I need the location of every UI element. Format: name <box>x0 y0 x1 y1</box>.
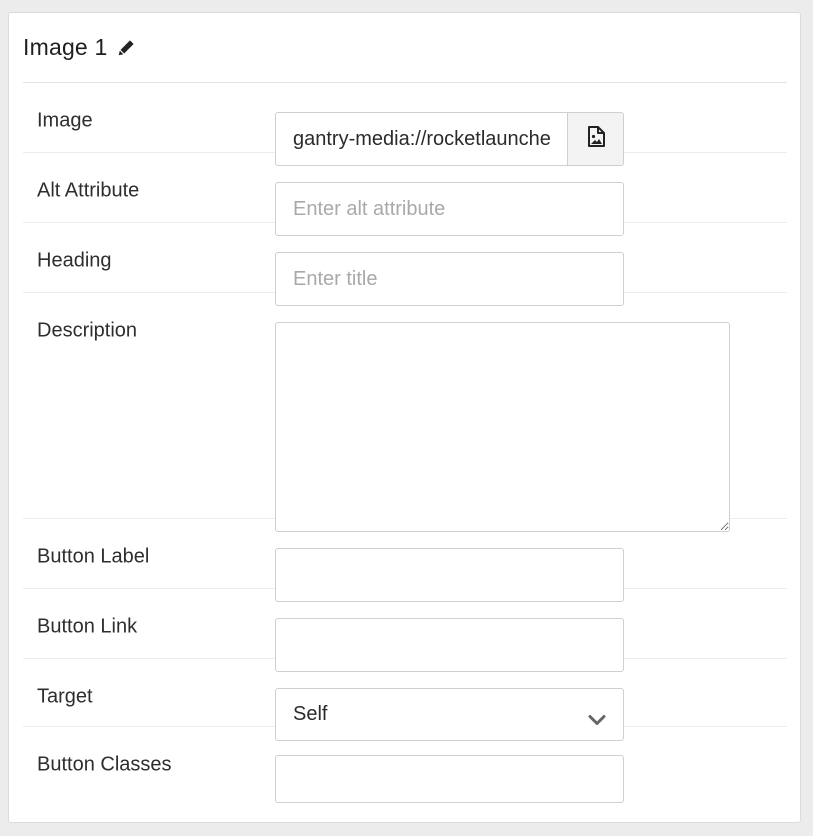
field-row-button-label: Button Label <box>23 519 787 602</box>
image-file-icon <box>587 125 605 153</box>
button-classes-input[interactable] <box>275 755 624 803</box>
field-row-heading: Heading <box>23 223 787 306</box>
chevron-down-icon <box>588 709 606 725</box>
pencil-icon[interactable] <box>118 39 135 56</box>
description-label: Description <box>37 319 138 342</box>
description-textarea[interactable] <box>275 322 730 532</box>
field-row-target: Target Self <box>23 659 787 741</box>
panel-title: Image 1 <box>23 34 108 60</box>
alt-attribute-label: Alt Attribute <box>37 179 140 202</box>
target-label: Target <box>37 685 93 708</box>
field-row-button-classes: Button Classes <box>23 727 787 807</box>
heading-label: Heading <box>37 249 112 272</box>
panel-header: Image 1 <box>23 13 787 83</box>
button-link-label: Button Link <box>37 615 138 638</box>
image-label: Image <box>37 109 93 132</box>
button-classes-label: Button Classes <box>37 753 172 776</box>
button-label-label: Button Label <box>37 545 150 568</box>
field-row-image: Image <box>23 83 787 166</box>
field-row-description: Description <box>23 293 787 532</box>
target-selected-value: Self <box>293 703 328 725</box>
field-row-button-link: Button Link <box>23 589 787 672</box>
image-item-panel: Image 1 Image gantry-media://rocketlaunc… <box>8 12 801 823</box>
field-row-alt: Alt Attribute <box>23 153 787 236</box>
